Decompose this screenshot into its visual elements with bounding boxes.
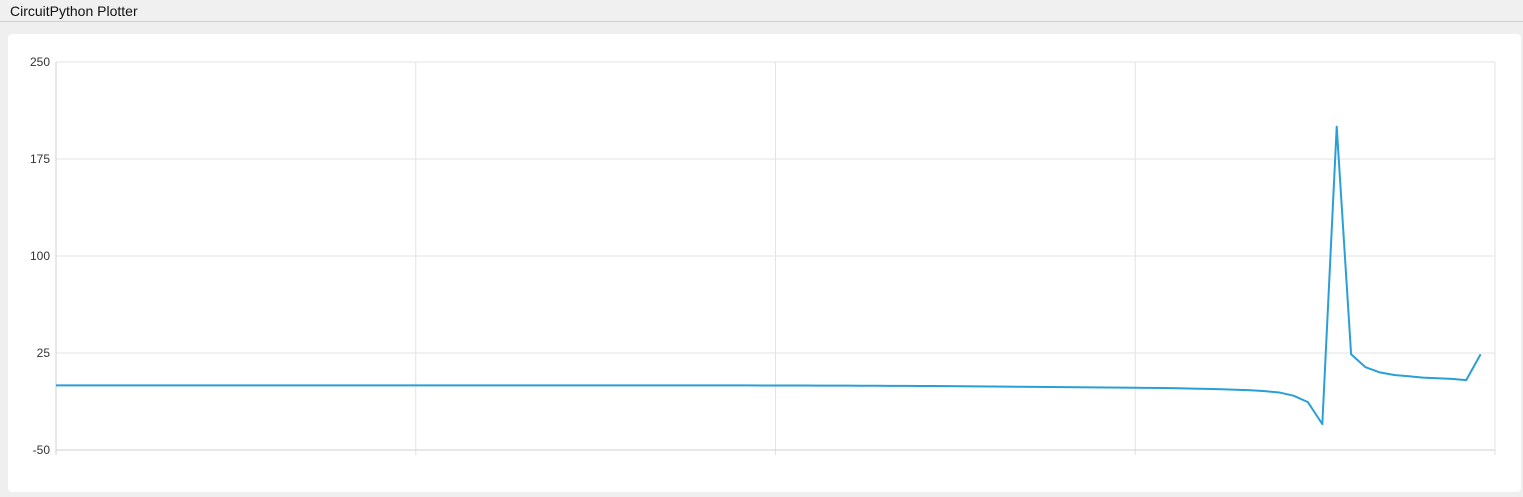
plot-panel: 250 175 100 25 -50 [8, 34, 1521, 492]
line-chart: 250 175 100 25 -50 [30, 55, 1496, 457]
y-tick-labels: 250 175 100 25 -50 [30, 55, 50, 457]
y-tick-label: 175 [30, 152, 50, 166]
y-tick-label: 25 [37, 346, 51, 360]
y-tick-label: -50 [33, 443, 51, 457]
title-bar: CircuitPython Plotter [0, 0, 1523, 22]
window-title: CircuitPython Plotter [10, 3, 138, 19]
grid [55, 61, 1496, 455]
series-group [56, 125, 1482, 426]
series-line [56, 125, 1482, 426]
y-tick-label: 250 [30, 55, 50, 69]
y-tick-label: 100 [30, 249, 50, 263]
